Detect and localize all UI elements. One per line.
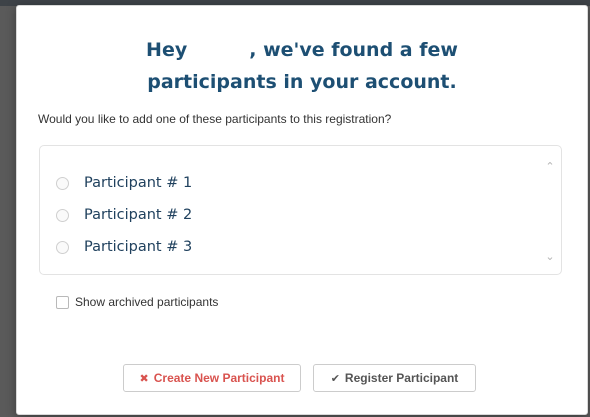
close-icon: ✖ xyxy=(139,371,149,385)
register-button-label: Register Participant xyxy=(344,371,459,385)
title-line-2: participants in your account. xyxy=(147,71,457,93)
radio-button[interactable] xyxy=(56,176,69,190)
dialog-title: Hey, we've found a few participants in y… xyxy=(17,34,587,98)
participant-option-3[interactable]: Participant # 3 xyxy=(56,235,192,259)
show-archived-label: Show archived participants xyxy=(75,295,219,309)
show-archived-checkbox[interactable] xyxy=(56,295,69,309)
participant-list: Participant # 1 Participant # 2 Particip… xyxy=(39,145,562,275)
title-line-1: Hey, we've found a few xyxy=(146,39,458,61)
chevron-down-icon[interactable]: ⌄ xyxy=(543,250,557,264)
register-participant-button[interactable]: ✔ Register Participant xyxy=(313,364,476,392)
participant-label: Participant # 3 xyxy=(84,239,193,255)
show-archived-toggle[interactable]: Show archived participants xyxy=(56,295,218,309)
radio-button[interactable] xyxy=(56,240,69,254)
create-button-label: Create New Participant xyxy=(153,371,285,385)
question-text: Would you like to add one of these parti… xyxy=(38,112,392,126)
radio-button[interactable] xyxy=(56,208,69,222)
participant-label: Participant # 1 xyxy=(84,175,193,191)
participant-label: Participant # 2 xyxy=(84,207,193,223)
create-new-participant-button[interactable]: ✖ Create New Participant xyxy=(123,364,301,392)
participant-option-2[interactable]: Participant # 2 xyxy=(56,203,192,227)
chevron-up-icon[interactable]: ⌃ xyxy=(543,160,557,174)
participant-dialog: Hey, we've found a few participants in y… xyxy=(16,5,588,415)
participant-option-1[interactable]: Participant # 1 xyxy=(56,171,192,195)
check-icon: ✔ xyxy=(330,371,340,385)
